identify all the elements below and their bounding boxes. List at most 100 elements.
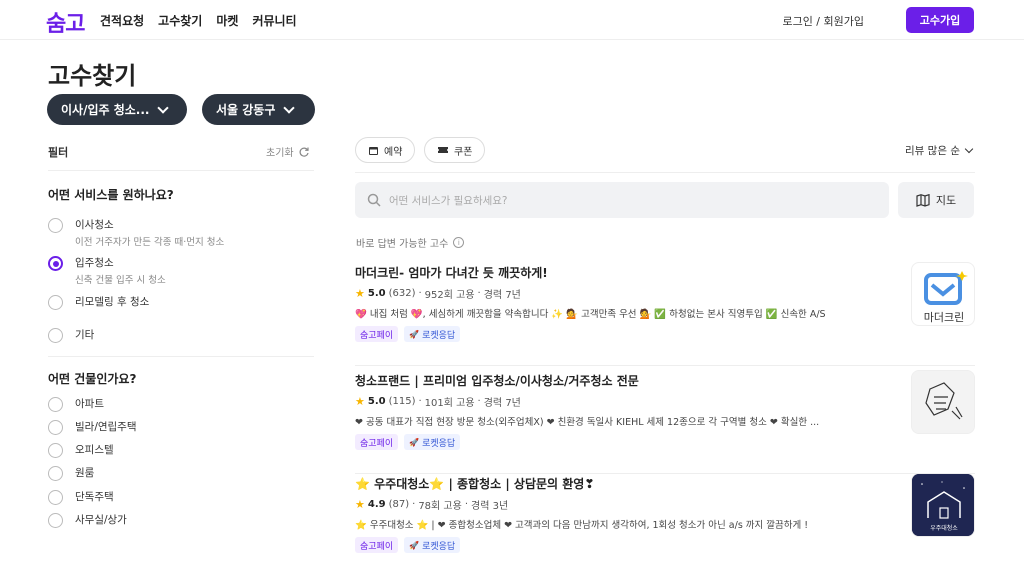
ticket-icon <box>438 147 448 153</box>
option-label: 오피스텔 <box>75 444 114 456</box>
radio-button[interactable] <box>48 218 63 233</box>
soomgo-pay-badge: 숨고페이 <box>355 434 399 450</box>
option-label: 원룸 <box>75 467 95 479</box>
service-selector[interactable]: 이사/입주 청소... <box>47 94 187 125</box>
pro-card[interactable]: 마더크린- 엄마가 다녀간 듯 깨끗하게! ★ 5.0 (632) · 952회… <box>355 262 975 366</box>
pro-tags: 숨고페이 🚀 로켓응답 <box>355 537 461 553</box>
option-label: 기타 <box>75 329 95 341</box>
filter-header: 필터 <box>48 146 69 159</box>
search-placeholder: 어떤 서비스가 필요하세요? <box>389 194 508 207</box>
pro-tags: 숨고페이 🚀 로켓응답 <box>355 326 461 342</box>
soomgo-pay-badge: 숨고페이 <box>355 326 399 342</box>
pro-thumbnail: 우주대청소 <box>911 473 975 537</box>
radio-button[interactable] <box>48 328 63 343</box>
pro-card[interactable]: ⭐ 우주대청소⭐ | 종합청소 | 상담문의 환영❣ ★ 4.9 (87) · … <box>355 473 975 576</box>
service-option-move-in-clean[interactable]: 입주청소 신축 건물 입주 시 청소 <box>48 255 166 286</box>
option-label: 리모델링 후 청소 <box>75 296 150 308</box>
instant-text: 바로 답변 가능한 고수 <box>356 239 449 250</box>
building-option-apartment[interactable]: 아파트 <box>48 396 104 412</box>
nav-link-community[interactable]: 커뮤니티 <box>252 12 296 29</box>
refresh-icon <box>299 147 309 157</box>
pro-description: ❤ 공동 대표가 직접 현장 방문 청소(외주업체X) ❤ 친환경 독일사 KI… <box>355 417 820 428</box>
nav-link-find-pros[interactable]: 고수찾기 <box>158 12 202 29</box>
pro-stats: ★ 4.9 (87) · 78회 고용 · 경력 3년 <box>355 497 508 512</box>
nav-links: 견적요청 고수찾기 마켓 커뮤니티 <box>100 12 297 29</box>
search-input[interactable]: 어떤 서비스가 필요하세요? <box>355 182 889 218</box>
building-option-office[interactable]: 사무실/상가 <box>48 512 127 528</box>
rating: 4.9 <box>367 499 386 510</box>
radio-button[interactable] <box>48 443 63 458</box>
rocket-response-badge: 🚀 로켓응답 <box>404 434 461 450</box>
space-clean-logo: 우주대청소 <box>912 474 974 536</box>
option-description: 이전 거주자가 만든 각종 때·먼지 청소 <box>75 237 225 248</box>
star-icon: ★ <box>355 395 365 408</box>
rating: 5.0 <box>367 288 386 299</box>
radio-button[interactable] <box>48 490 63 505</box>
pro-stats: ★ 5.0 (632) · 952회 고용 · 경력 7년 <box>355 286 521 301</box>
hire-count: 78회 고용 <box>418 501 462 512</box>
search-icon <box>367 193 381 207</box>
option-label: 단독주택 <box>75 491 114 503</box>
info-icon[interactable]: i <box>453 237 465 248</box>
hire-count: 101회 고용 <box>424 398 475 409</box>
service-option-moving-clean[interactable]: 이사청소 이전 거주자가 만든 각종 때·먼지 청소 <box>48 217 224 248</box>
login-signup-link[interactable]: 로그인 / 회원가입 <box>782 13 864 29</box>
dot-separator: · <box>477 396 481 407</box>
option-label: 아파트 <box>75 398 104 410</box>
rocket-icon: 🚀 <box>409 540 420 550</box>
review-count: (115) <box>388 396 416 407</box>
radio-button[interactable] <box>48 397 63 412</box>
star-icon: ★ <box>355 287 365 300</box>
pro-name: ⭐ 우주대청소⭐ | 종합청소 | 상담문의 환영❣ <box>355 477 595 491</box>
calendar-icon <box>369 146 378 155</box>
building-option-oneroom[interactable]: 원룸 <box>48 465 94 481</box>
radio-button[interactable] <box>48 420 63 435</box>
chevron-down-icon <box>157 101 170 114</box>
page-title: 고수찾기 <box>48 62 137 90</box>
radio-button[interactable] <box>48 513 63 528</box>
map-icon <box>916 193 930 207</box>
review-count: (632) <box>388 288 416 299</box>
reset-label: 초기화 <box>266 148 294 159</box>
service-option-remodel-clean[interactable]: 리모델링 후 청소 <box>48 294 149 310</box>
region-selector[interactable]: 서울 강동구 <box>202 94 315 125</box>
pro-stats: ★ 5.0 (115) · 101회 고용 · 경력 7년 <box>355 394 521 409</box>
pro-thumbnail <box>911 370 975 434</box>
thumb-text: 우주대청소 <box>930 524 958 532</box>
top-navigation: 숨고 견적요청 고수찾기 마켓 커뮤니티 로그인 / 회원가입 고수가입 <box>0 0 1024 40</box>
nav-link-market[interactable]: 마켓 <box>216 12 238 29</box>
reset-filters-button[interactable]: 초기화 <box>266 144 310 159</box>
career: 경력 7년 <box>483 290 521 301</box>
pro-description: 💖 내집 처럼 💖, 세심하게 깨끗함을 약속합니다 ✨ 💁 고객만족 우선 💁… <box>355 309 826 320</box>
dot-separator: · <box>418 396 422 407</box>
building-option-house[interactable]: 단독주택 <box>48 489 114 505</box>
coupon-chip[interactable]: 쿠폰 <box>424 137 486 163</box>
pro-name: 청소프랜드 | 프리미엄 입주청소/이사청소/거주청소 전문 <box>355 374 639 388</box>
logo[interactable]: 숨고 <box>46 6 85 38</box>
pro-description: ⭐ 우주대청소 ⭐ | ❤ 종합청소업체 ❤ 고객과의 다음 만남까지 생각하여… <box>355 520 809 531</box>
divider <box>48 356 314 357</box>
sort-dropdown[interactable]: 리뷰 많은 순 <box>905 143 974 158</box>
option-label: 빌라/연립주택 <box>75 421 137 433</box>
radio-button[interactable] <box>48 466 63 481</box>
radio-button-selected[interactable] <box>48 256 63 271</box>
thumb-text: 마더크린 <box>924 311 964 324</box>
building-option-villa[interactable]: 빌라/연립주택 <box>48 419 137 435</box>
rocket-icon: 🚀 <box>409 329 420 339</box>
rocket-response-badge: 🚀 로켓응답 <box>404 326 461 342</box>
building-option-officetel[interactable]: 오피스텔 <box>48 442 114 458</box>
career: 경력 3년 <box>471 501 509 512</box>
pro-signup-button[interactable]: 고수가입 <box>906 7 974 33</box>
pro-tags: 숨고페이 🚀 로켓응답 <box>355 434 461 450</box>
building-question: 어떤 건물인가요? <box>48 372 137 386</box>
reservation-chip[interactable]: 예약 <box>355 137 416 163</box>
pro-card[interactable]: 청소프랜드 | 프리미엄 입주청소/이사청소/거주청소 전문 ★ 5.0 (11… <box>355 370 975 474</box>
dot-separator: · <box>477 288 481 299</box>
sort-label: 리뷰 많은 순 <box>905 145 960 157</box>
pro-thumbnail: 마더크린 <box>911 262 975 326</box>
radio-button[interactable] <box>48 295 63 310</box>
review-count: (87) <box>388 499 410 510</box>
nav-link-quote-request[interactable]: 견적요청 <box>100 12 144 29</box>
service-option-other[interactable]: 기타 <box>48 327 94 343</box>
map-button[interactable]: 지도 <box>898 182 974 218</box>
